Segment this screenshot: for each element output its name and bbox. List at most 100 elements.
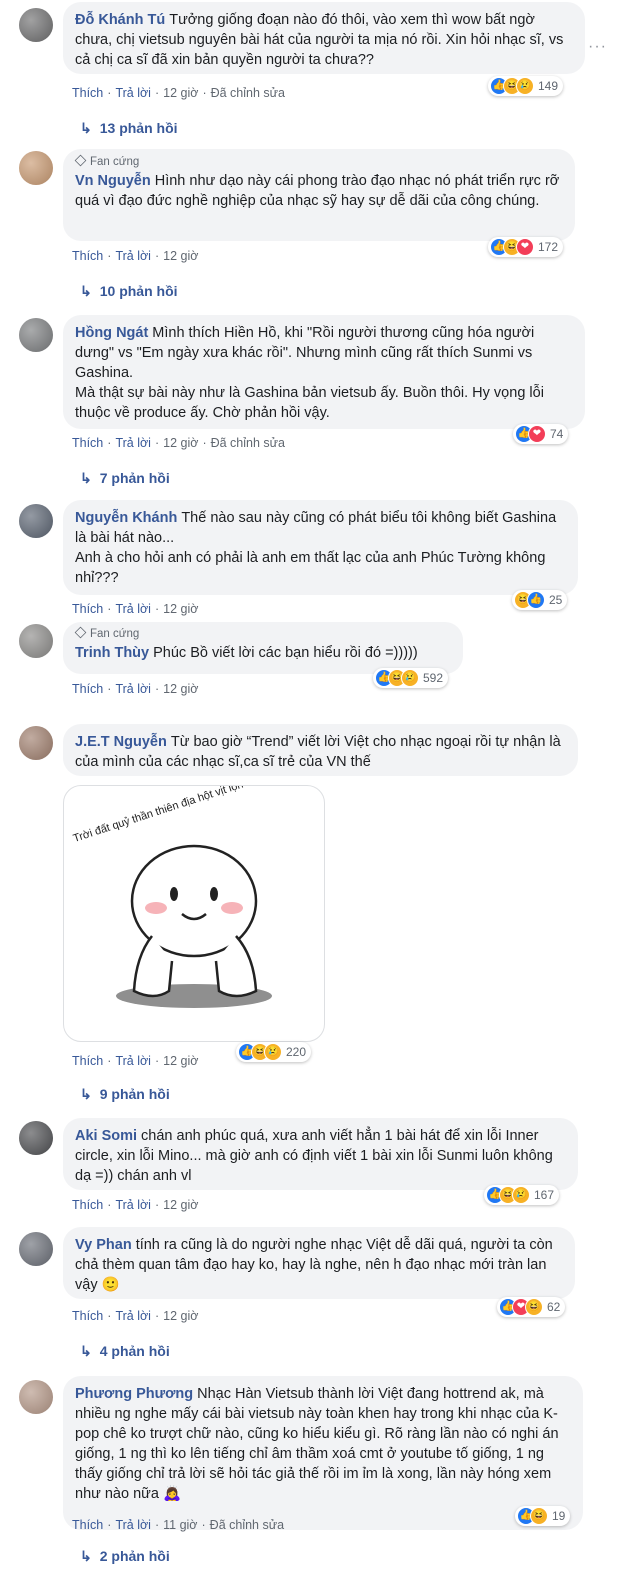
badge-label: Fan cứng	[90, 156, 140, 168]
timestamp[interactable]: 11 giờ	[163, 1518, 197, 1532]
like-link[interactable]: Thích	[72, 1198, 103, 1212]
sad-reaction-icon: 😢	[264, 1043, 282, 1061]
sticker-caption: Trời đất quỷ thần thiên địa hột vịt lộn …	[72, 786, 257, 845]
comment-actions: Thích · Trả lời · 12 giờ · Đã chỉnh sửa	[72, 86, 285, 100]
view-replies-link[interactable]: ↳ 13 phản hồi	[80, 120, 178, 137]
timestamp[interactable]: 12 giờ	[163, 249, 198, 263]
commenter-name[interactable]: Trinh Thùy	[75, 645, 149, 661]
commenter-name[interactable]: J.E.T Nguyễn	[75, 734, 167, 750]
reaction-count: 592	[423, 671, 444, 685]
avatar[interactable]	[19, 504, 53, 538]
comment-text: Phúc Bồ viết lời các bạn hiểu rồi đó =))…	[153, 645, 418, 661]
comment-bubble: Phương Phương Nhạc Hàn Vietsub thành lời …	[63, 1376, 583, 1530]
comment-actions: Thích · Trả lời · 12 giờ	[72, 1198, 199, 1212]
commenter-name[interactable]: Vy Phan	[75, 1237, 132, 1253]
reaction-count: 220	[286, 1045, 307, 1059]
avatar[interactable]	[19, 1232, 53, 1266]
like-link[interactable]: Thích	[72, 86, 103, 100]
commenter-name[interactable]: Hồng Ngát	[75, 325, 148, 341]
comment-actions: Thích · Trả lời · 12 giờ	[72, 1309, 199, 1323]
reply-link[interactable]: Trả lời	[115, 1054, 151, 1068]
like-link[interactable]: Thích	[72, 1054, 103, 1068]
timestamp[interactable]: 12 giờ	[163, 1198, 198, 1212]
like-link[interactable]: Thích	[72, 1518, 103, 1532]
commenter-name[interactable]: Vn Nguyễn	[75, 173, 151, 189]
commenter-name[interactable]: Phương Phương	[75, 1386, 193, 1402]
timestamp[interactable]: 12 giờ	[163, 436, 198, 450]
reaction-summary[interactable]: 👍 😆 😢 592	[373, 668, 449, 688]
commenter-name[interactable]: Nguyễn Khánh	[75, 510, 177, 526]
avatar[interactable]	[19, 1121, 53, 1155]
reply-arrow-icon: ↳	[80, 120, 92, 136]
comment-bubble: Hồng Ngát Mình thích Hiền Hồ, khi "Rồi ng…	[63, 315, 585, 429]
like-reaction-icon: 👍	[527, 591, 545, 609]
edited-label[interactable]: Đã chỉnh sửa	[210, 1518, 284, 1532]
view-replies-link[interactable]: ↳ 10 phản hồi	[80, 283, 178, 300]
comment-text: tính ra cũng là do người nghe nhạc Việt …	[75, 1237, 557, 1293]
commenter-name[interactable]: Đỗ Khánh Tú	[75, 12, 165, 28]
reply-arrow-icon: ↳	[80, 1343, 92, 1359]
reaction-summary[interactable]: 👍 😆 😢 149	[488, 76, 564, 96]
timestamp[interactable]: 12 giờ	[163, 1054, 198, 1068]
replies-count: 7 phản hồi	[99, 470, 170, 486]
timestamp[interactable]: 12 giờ	[163, 1309, 198, 1323]
avatar[interactable]	[19, 151, 53, 185]
comment-bubble: Aki Somi chán anh phúc quá, xưa anh viết …	[63, 1118, 578, 1190]
reaction-summary[interactable]: 😆 👍 25	[512, 590, 568, 610]
commenter-name[interactable]: Aki Somi	[75, 1128, 137, 1144]
reaction-count: 172	[538, 240, 559, 254]
comment-bubble: Fan cứng Trinh Thùy Phúc Bồ viết lời các …	[63, 622, 463, 674]
view-replies-link[interactable]: ↳ 9 phản hồi	[80, 1086, 170, 1103]
view-replies-link[interactable]: ↳ 4 phản hồi	[80, 1343, 170, 1360]
love-reaction-icon: ❤	[528, 425, 546, 443]
view-replies-link[interactable]: ↳ 2 phản hồi	[80, 1548, 170, 1565]
edited-label[interactable]: Đã chỉnh sửa	[211, 86, 285, 100]
avatar[interactable]	[19, 624, 53, 658]
like-link[interactable]: Thích	[72, 1309, 103, 1323]
reply-link[interactable]: Trả lời	[115, 249, 151, 263]
reaction-summary[interactable]: 👍 ❤ 😆 62	[497, 1297, 566, 1317]
comment-text: Nhạc Hàn Vietsub thành lời Việt đang hot…	[75, 1386, 563, 1502]
comment-actions: Thích · Trả lời · 12 giờ	[72, 1054, 199, 1068]
top-fan-badge: Fan cứng	[74, 154, 563, 169]
avatar[interactable]	[19, 8, 53, 42]
reaction-summary[interactable]: 👍 😆 😢 167	[484, 1185, 560, 1205]
timestamp[interactable]: 12 giờ	[163, 602, 198, 616]
avatar[interactable]	[19, 726, 53, 760]
like-link[interactable]: Thích	[72, 602, 103, 616]
edited-label[interactable]: Đã chỉnh sửa	[211, 436, 285, 450]
replies-count: 13 phản hồi	[99, 120, 178, 136]
reply-link[interactable]: Trả lời	[115, 436, 151, 450]
avatar[interactable]	[19, 1380, 53, 1414]
comment-actions: Thích · Trả lời · 12 giờ · Đã chỉnh sửa	[72, 436, 285, 450]
timestamp[interactable]: 12 giờ	[163, 682, 198, 696]
reaction-count: 19	[552, 1509, 566, 1523]
timestamp[interactable]: 12 giờ	[163, 86, 198, 100]
like-link[interactable]: Thích	[72, 249, 103, 263]
reply-link[interactable]: Trả lời	[115, 86, 151, 100]
love-reaction-icon: ❤	[516, 238, 534, 256]
like-link[interactable]: Thích	[72, 436, 103, 450]
reaction-count: 74	[550, 427, 564, 441]
reaction-summary[interactable]: 👍 😆 19	[515, 1506, 571, 1526]
sticker-image[interactable]: Trời đất quỷ thần thiên địa hột vịt lộn …	[63, 785, 325, 1042]
badge-label: Fan cứng	[90, 628, 140, 640]
comment-actions: Thích · Trả lời · 11 giờ · Đã chỉnh sửa	[72, 1518, 285, 1532]
sad-reaction-icon: 😢	[516, 77, 534, 95]
reaction-summary[interactable]: 👍 😆 ❤ 172	[488, 237, 564, 257]
more-options-icon[interactable]: ···	[588, 38, 607, 56]
comment-bubble: J.E.T Nguyễn Từ bao giờ “Trend” viết lời …	[63, 724, 578, 776]
reply-link[interactable]: Trả lời	[115, 1198, 151, 1212]
reply-link[interactable]: Trả lời	[115, 602, 151, 616]
replies-count: 4 phản hồi	[99, 1343, 170, 1359]
comment-actions: Thích · Trả lời · 12 giờ	[72, 249, 199, 263]
sad-reaction-icon: 😢	[512, 1186, 530, 1204]
avatar[interactable]	[19, 318, 53, 352]
reaction-summary[interactable]: 👍 ❤ 74	[513, 424, 569, 444]
reaction-summary[interactable]: 👍 😆 😢 220	[236, 1042, 312, 1062]
reply-link[interactable]: Trả lời	[115, 1518, 151, 1532]
like-link[interactable]: Thích	[72, 682, 103, 696]
reply-link[interactable]: Trả lời	[115, 682, 151, 696]
reply-link[interactable]: Trả lời	[115, 1309, 151, 1323]
view-replies-link[interactable]: ↳ 7 phản hồi	[80, 470, 170, 487]
